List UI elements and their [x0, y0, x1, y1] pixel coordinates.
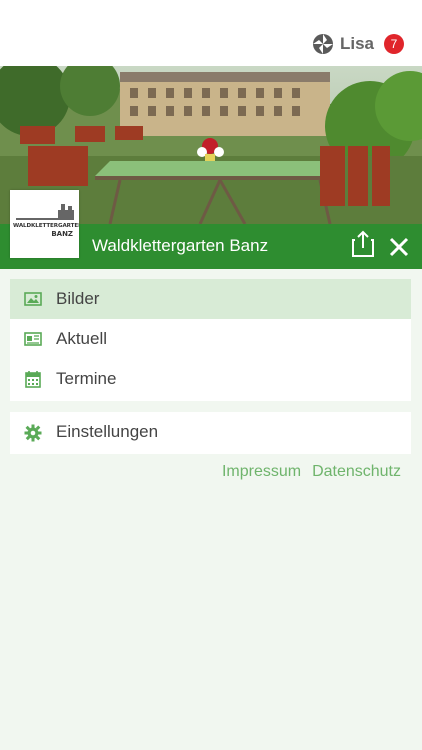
menu-item-aktuell[interactable]: Aktuell — [10, 319, 411, 359]
share-icon[interactable] — [350, 230, 376, 258]
menu-label-termine: Termine — [56, 369, 117, 388]
footer-links: Impressum Datenschutz — [222, 463, 401, 481]
datenschutz-link[interactable]: Datenschutz — [312, 463, 401, 481]
user-chip[interactable]: Lisa 7 — [312, 32, 404, 56]
logo-text: WALDKLETTERGARTEN — [13, 223, 79, 229]
calendar-icon — [25, 371, 41, 388]
logo-subtext: BANZ — [51, 230, 73, 238]
castle-icon — [16, 204, 74, 220]
club-title: Waldklettergarten Banz — [92, 236, 269, 255]
menu-label-bilder: Bilder — [56, 289, 100, 308]
menu-label-aktuell: Aktuell — [56, 329, 108, 348]
close-icon[interactable] — [388, 236, 410, 258]
user-name: Lisa — [339, 34, 374, 53]
app-logo-icon — [312, 34, 333, 54]
main-menu: Bilder Aktuell Termine — [10, 279, 411, 401]
top-bar: Lisa 7 — [0, 0, 422, 66]
newspaper-icon — [24, 332, 42, 346]
menu-item-einstellungen[interactable]: Einstellungen — [10, 412, 411, 454]
gear-icon — [24, 424, 42, 442]
menu-label-einstellungen: Einstellungen — [56, 422, 159, 441]
image-icon — [24, 292, 42, 306]
impressum-link[interactable]: Impressum — [222, 463, 301, 481]
settings-menu: Einstellungen — [10, 412, 411, 454]
club-logo: WALDKLETTERGARTEN BANZ — [10, 190, 79, 258]
menu-item-bilder[interactable]: Bilder — [10, 279, 411, 319]
menu-item-termine[interactable]: Termine — [10, 359, 411, 399]
notification-badge: 7 — [384, 34, 404, 54]
